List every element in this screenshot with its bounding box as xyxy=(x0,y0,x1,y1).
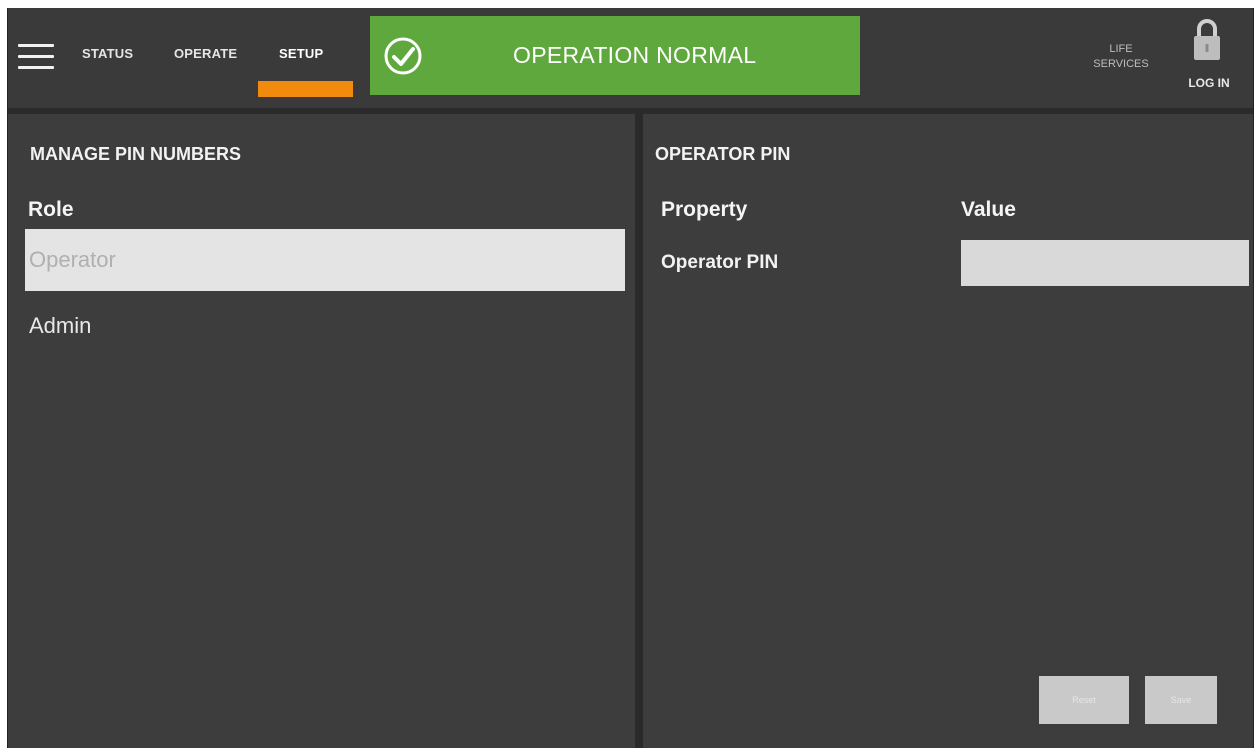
tab-setup[interactable]: SETUP xyxy=(279,46,323,61)
lock-icon[interactable] xyxy=(1192,18,1222,62)
life-services-link[interactable]: LIFE SERVICES xyxy=(1086,42,1156,72)
role-item-admin[interactable]: Admin xyxy=(25,295,625,357)
panel-title: OPERATOR PIN xyxy=(655,144,791,164)
status-banner: OPERATION NORMAL xyxy=(370,16,860,95)
role-item-operator[interactable]: Operator xyxy=(25,229,625,291)
menu-icon[interactable] xyxy=(18,44,54,72)
top-bar: STATUS OPERATE SETUP OPERATION NORMAL LI… xyxy=(8,8,1253,114)
panel-divider xyxy=(635,114,643,748)
value-column-header: Value xyxy=(961,198,1016,221)
operator-pin-label: Operator PIN xyxy=(661,252,779,273)
property-column-header: Property xyxy=(661,198,748,221)
login-button[interactable]: LOG IN xyxy=(1179,76,1239,90)
reset-button[interactable]: Reset xyxy=(1039,676,1129,724)
active-tab-indicator xyxy=(258,81,353,97)
operator-pin-panel: OPERATOR PIN Property Value Operator PIN… xyxy=(643,114,1253,748)
operator-pin-field[interactable] xyxy=(961,240,1249,286)
tab-operate[interactable]: OPERATE xyxy=(174,46,237,61)
app-window: STATUS OPERATE SETUP OPERATION NORMAL LI… xyxy=(7,8,1254,748)
role-column-header: Role xyxy=(28,198,74,221)
check-circle-icon xyxy=(384,37,422,75)
tab-status[interactable]: STATUS xyxy=(82,46,133,61)
section-title: MANAGE PIN NUMBERS xyxy=(30,144,242,164)
save-button[interactable]: Save xyxy=(1145,676,1217,724)
manage-pin-panel: MANAGE PIN NUMBERS Role Operator Admin xyxy=(8,114,633,748)
status-text: OPERATION NORMAL xyxy=(513,42,757,68)
